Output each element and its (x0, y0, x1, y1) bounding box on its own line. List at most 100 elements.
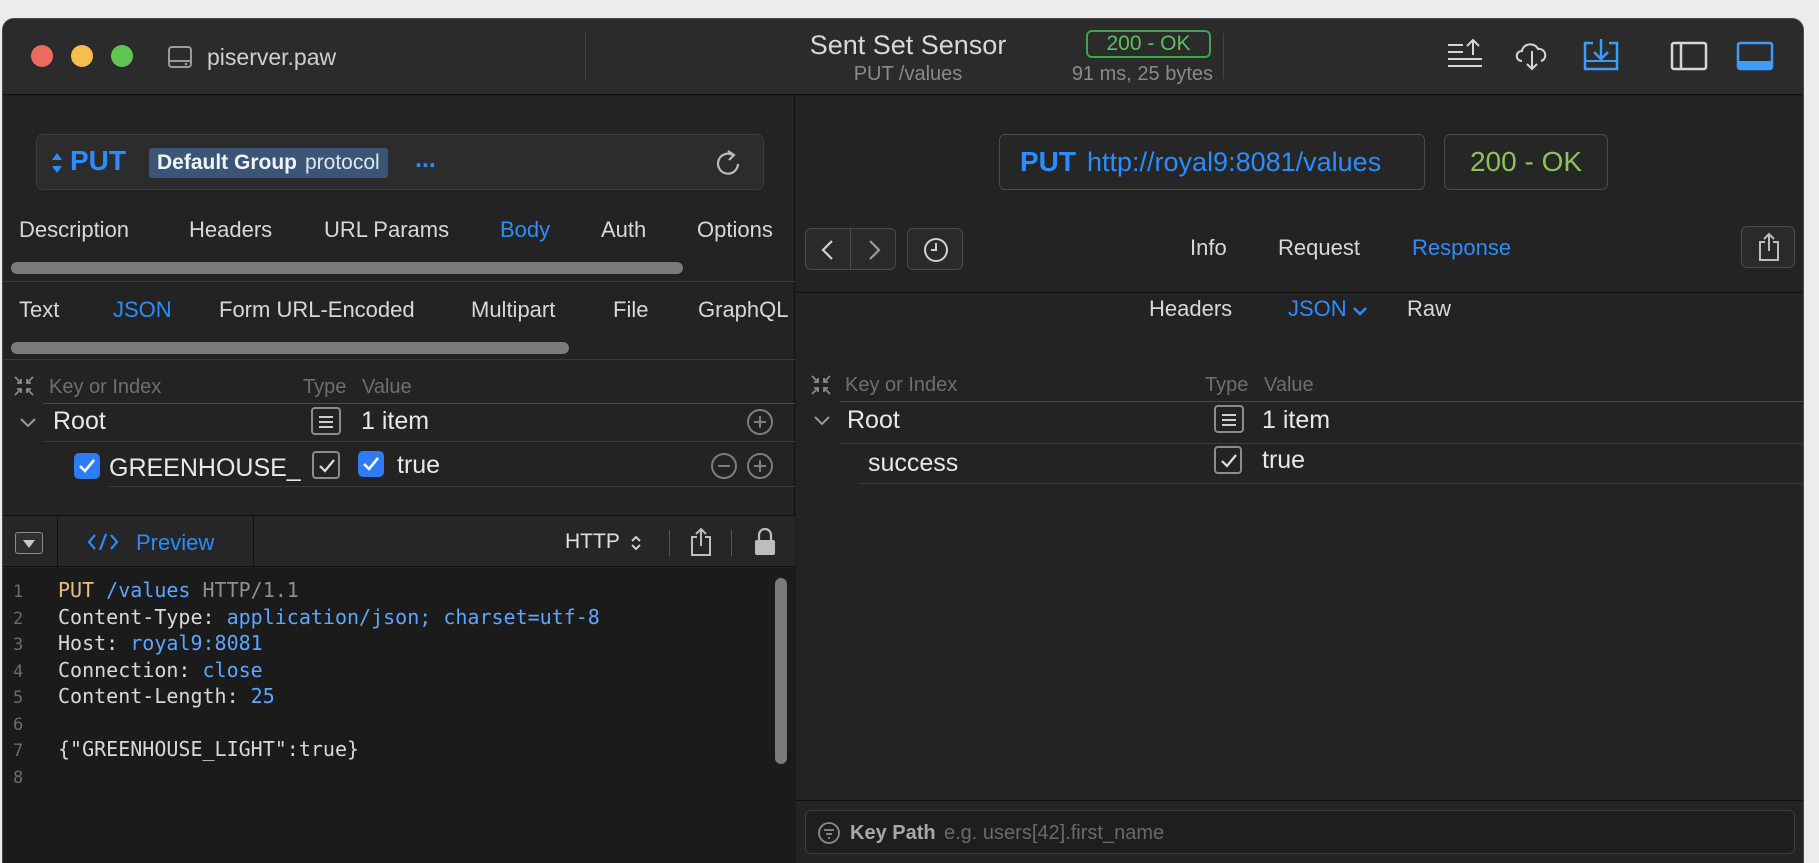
column-value-header: Value (1264, 374, 1314, 396)
chevron-down-icon[interactable] (19, 416, 37, 430)
line-text: {"GREENHOUSE_LIGHT":true} (58, 737, 359, 761)
response-pane: PUT http://royal9:8081/values 200 - OK I… (796, 96, 1803, 863)
sidebar-toggle-icon[interactable] (1669, 37, 1709, 73)
preview-tab[interactable]: Preview (136, 530, 214, 556)
http-preview[interactable]: 1 PUT /values HTTP/1.1 2 Content-Type: appl… (3, 568, 795, 863)
object-type-icon[interactable] (311, 407, 341, 435)
tab-headers[interactable]: Headers (189, 217, 272, 243)
body-type-json[interactable]: JSON (113, 297, 172, 323)
subtab-headers[interactable]: Headers (1149, 296, 1232, 322)
code-line: 1 PUT /values HTTP/1.1 (3, 578, 763, 604)
value-checkbox[interactable] (358, 451, 384, 477)
collapse-panel-button[interactable] (15, 532, 43, 554)
back-button[interactable] (805, 228, 851, 270)
code-token: Connection: (58, 657, 203, 682)
code-line: 6 (3, 711, 763, 737)
collapse-all-icon[interactable] (810, 374, 832, 396)
chevron-down-icon[interactable] (1352, 306, 1368, 318)
code-token: PUT (58, 578, 107, 602)
boolean-type-icon[interactable] (312, 451, 340, 479)
app-window: piserver.paw Sent Set Sensor PUT /values… (2, 18, 1804, 863)
divider (3, 281, 795, 282)
subtab-raw[interactable]: Raw (1407, 296, 1451, 322)
response-url-box: PUT http://royal9:8081/values (999, 134, 1425, 190)
enable-checkbox[interactable] (74, 453, 100, 479)
response-timing: 91 ms, 25 bytes (1071, 63, 1213, 85)
lock-icon[interactable] (753, 527, 777, 557)
line-text: Content-Type: application/json; charset=… (58, 605, 600, 629)
line-number: 7 (13, 741, 24, 761)
forward-button[interactable] (850, 228, 896, 270)
import-tray-icon[interactable] (1581, 37, 1621, 73)
response-url: http://royal9:8081/values (1087, 147, 1382, 177)
refresh-icon[interactable] (713, 147, 745, 179)
tab-options[interactable]: Options (697, 217, 773, 243)
tab-response[interactable]: Response (1412, 235, 1511, 261)
tab-description[interactable]: Description (19, 217, 129, 243)
tree-root-label: Root (53, 407, 106, 435)
history-button[interactable] (907, 228, 963, 270)
scrollbar-thumb[interactable] (11, 342, 569, 354)
url-more: ... (415, 145, 436, 173)
tab-request[interactable]: Request (1278, 235, 1360, 261)
token-variable: protocol (305, 151, 380, 174)
line-text: Content-Length: 25 (58, 684, 275, 708)
code-line: 5 Content-Length: 25 (3, 684, 763, 710)
line-number: 2 (13, 608, 24, 629)
tree-item-key[interactable]: GREENHOUSE_ (109, 454, 301, 483)
method-label[interactable]: PUT (70, 145, 126, 177)
code-token: royal9:8081 (130, 631, 263, 655)
url-field[interactable]: PUT Default Group protocol ... (36, 134, 764, 190)
subtab-json[interactable]: JSON (1288, 296, 1347, 322)
collapse-all-icon[interactable] (13, 375, 35, 397)
minimize-window-button[interactable] (71, 45, 93, 67)
column-type-header: Type (303, 376, 347, 398)
code-token: Content-Type: (58, 604, 227, 629)
code-line: 3 Host: royal9:8081 (3, 631, 763, 657)
zoom-window-button[interactable] (111, 45, 133, 67)
preview-scrollbar[interactable] (775, 578, 787, 764)
tab-auth[interactable]: Auth (601, 217, 646, 243)
line-number: 3 (13, 635, 24, 655)
key-path-placeholder[interactable]: e.g. users[42].first_name (944, 822, 1164, 845)
tree-root-value: 1 item (361, 407, 430, 435)
key-path-label: Key Path (850, 822, 936, 844)
column-value-header: Value (362, 376, 412, 398)
share-response-button[interactable] (1741, 226, 1795, 268)
select-arrows-icon[interactable] (630, 534, 642, 552)
body-type-form-url-encoded[interactable]: Form URL-Encoded (219, 297, 415, 323)
tab-info[interactable]: Info (1190, 235, 1227, 261)
add-item-icon[interactable] (747, 453, 773, 479)
line-text: PUT /values HTTP/1.1 (58, 578, 299, 602)
scrollbar-thumb[interactable] (11, 262, 683, 274)
cloud-sync-icon[interactable] (1513, 37, 1551, 73)
tab-body[interactable]: Body (500, 217, 550, 243)
divider (57, 516, 58, 568)
bottom-panel-toggle-icon[interactable] (1735, 37, 1775, 73)
code-line: 4 Connection: close (3, 658, 763, 684)
divider (840, 443, 1803, 444)
column-type-header: Type (1205, 374, 1249, 396)
preview-toolbar: Preview HTTP (3, 515, 795, 568)
line-text: Connection: close (58, 658, 263, 682)
body-type-file[interactable]: File (613, 297, 648, 323)
format-selector[interactable]: HTTP (565, 530, 620, 554)
body-type-multipart[interactable]: Multipart (471, 297, 555, 323)
key-path-field[interactable]: Key Path e.g. users[42].first_name (805, 810, 1795, 854)
body-type-graphql[interactable]: GraphQL (698, 297, 789, 323)
code-token: 25 (250, 684, 275, 708)
tabs-scrollbar[interactable] (11, 262, 787, 274)
body-tabs-scrollbar[interactable] (11, 342, 787, 354)
export-icon[interactable] (1445, 37, 1485, 73)
method-selector-icon[interactable] (51, 151, 63, 175)
tab-url-params[interactable]: URL Params (324, 217, 449, 243)
chevron-down-icon[interactable] (813, 414, 831, 428)
url-dynamic-token[interactable]: Default Group protocol (149, 148, 388, 178)
body-type-text[interactable]: Text (19, 297, 59, 323)
share-icon[interactable] (689, 527, 713, 557)
close-window-button[interactable] (31, 45, 53, 67)
remove-item-icon[interactable] (711, 453, 737, 479)
add-item-icon[interactable] (747, 409, 773, 435)
tree-item-value[interactable]: true (397, 451, 440, 480)
divider (796, 800, 1803, 801)
